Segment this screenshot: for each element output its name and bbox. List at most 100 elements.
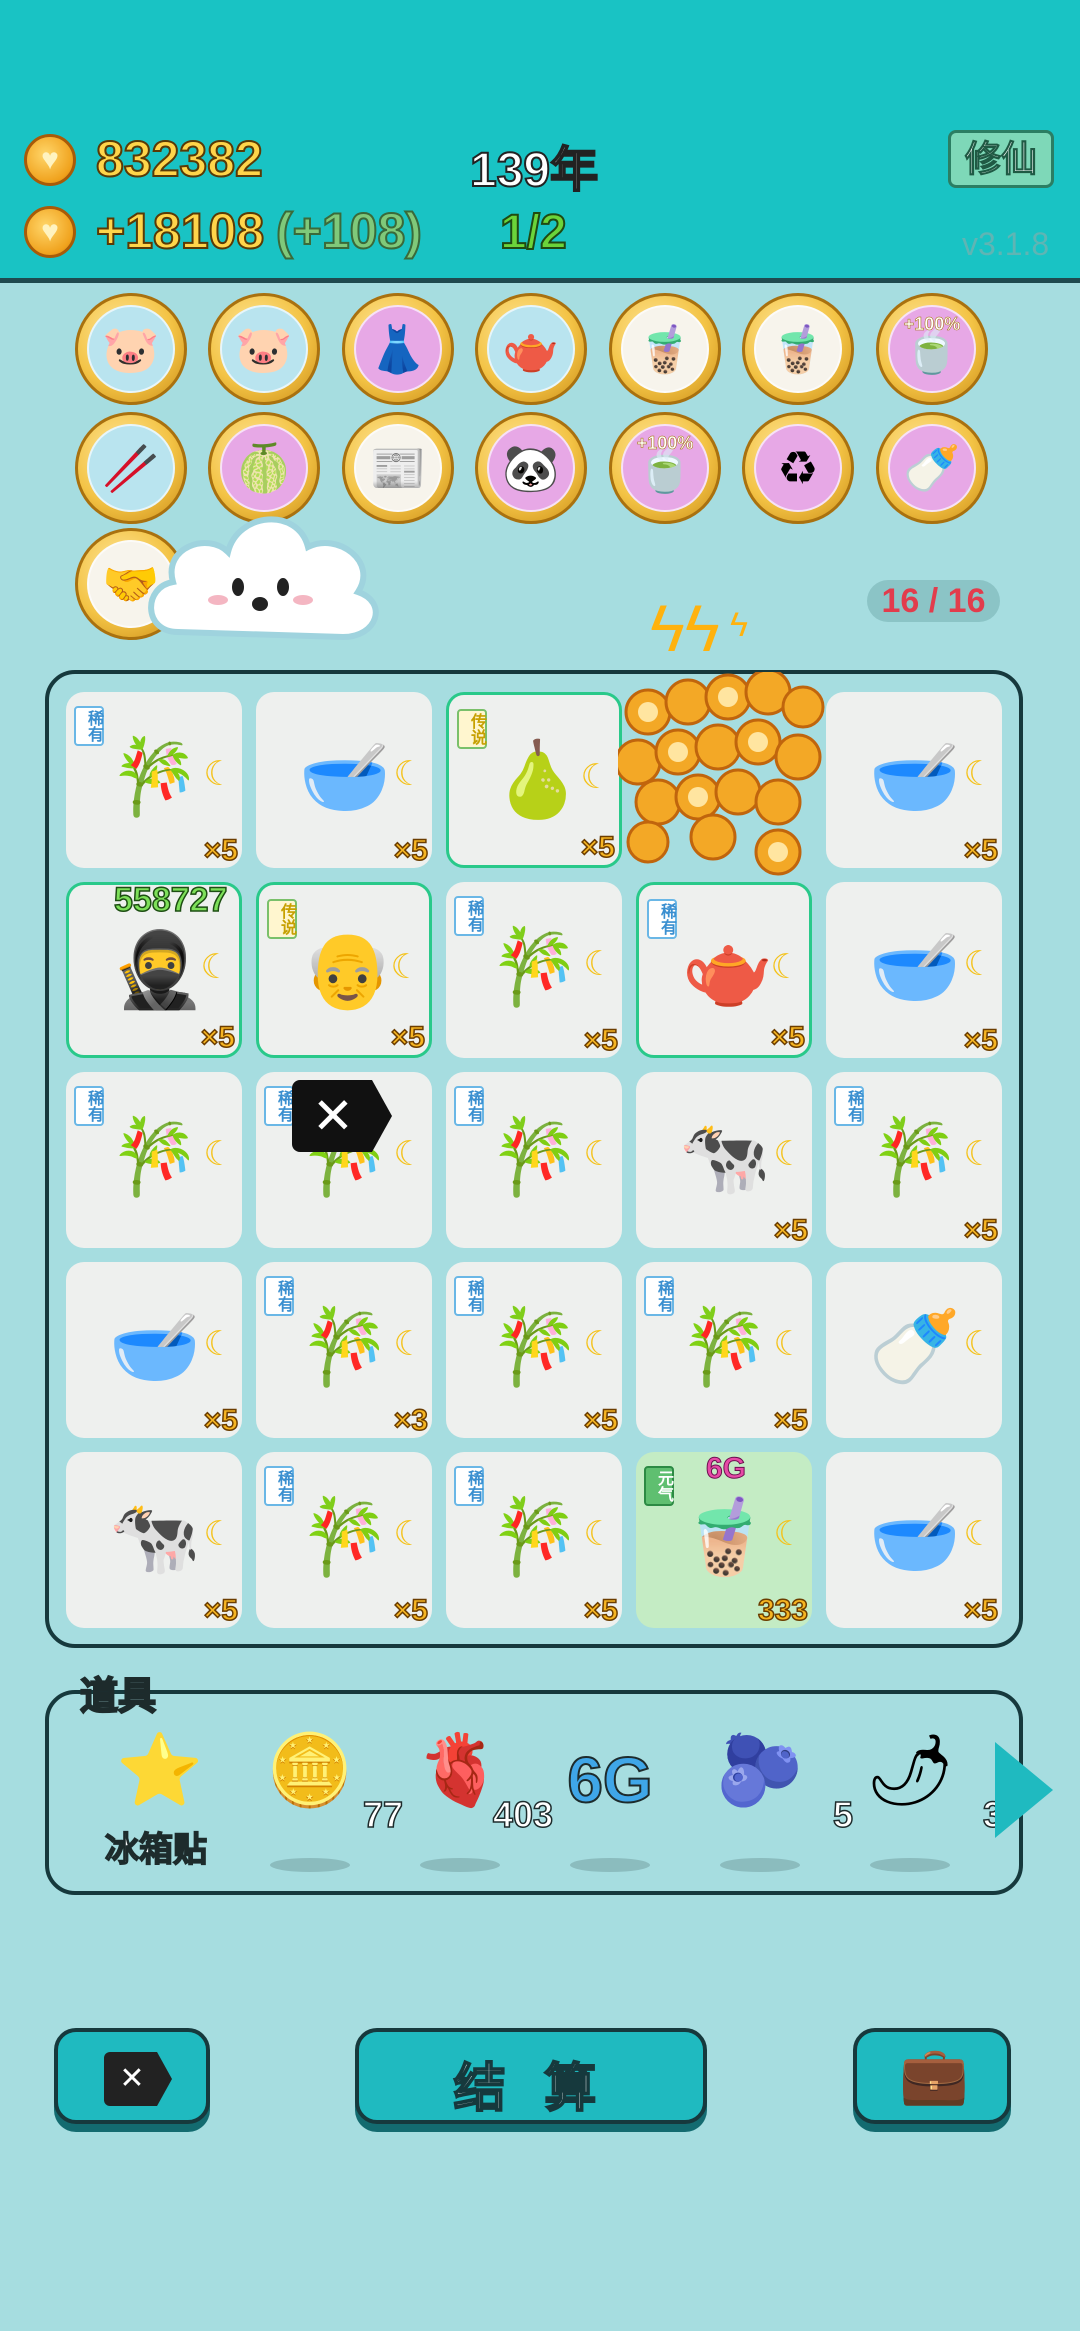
bamboo-icon: 🎋 — [488, 1114, 582, 1198]
board-cell[interactable]: 🎋 ☾ 稀有 ×5 — [446, 1262, 622, 1438]
settle-button[interactable]: 结 算 — [355, 2028, 707, 2124]
badge-13[interactable]: ♻ — [742, 412, 854, 524]
recycle-icon: ♻ — [754, 424, 842, 512]
energy-counter: 16 / 16 — [867, 580, 1000, 622]
tool-item[interactable]: 🪙 77 — [255, 1730, 404, 1872]
tool-count: 77 — [362, 1793, 404, 1836]
breast-pump-icon: 🍼 — [888, 424, 976, 512]
board-cell[interactable]: 🥷 ☾ ×5 558727 — [66, 880, 242, 1058]
badge-12[interactable]: 🍵 +100% — [609, 412, 721, 524]
income-bonus: (+108) — [275, 202, 423, 260]
tool-item[interactable]: 🌶 3 — [855, 1730, 1004, 1872]
tool-item[interactable]: 🫀 403 — [405, 1730, 554, 1872]
board-cell[interactable]: 🎋 ☾ 稀有 — [446, 1072, 622, 1248]
tools-heading: 道具 — [79, 1675, 157, 1719]
next-arrow-icon[interactable] — [995, 1742, 1053, 1838]
moon-icon: ☾ — [390, 948, 421, 986]
tool-item[interactable]: 🫐 5 — [705, 1730, 854, 1872]
bamboo-icon: 🎋 — [488, 1494, 582, 1578]
tool-shadow — [420, 1858, 500, 1872]
discard-icon: ✕ — [104, 2052, 172, 2106]
board-cell[interactable]: 🫖 ☾ 稀有 ×5 — [636, 882, 812, 1058]
moon-icon: ☾ — [203, 1325, 234, 1363]
badge-14[interactable]: 🍼 — [876, 412, 988, 524]
moon-icon: ☾ — [773, 1325, 804, 1363]
board-cell[interactable]: 🐄 ☾ ×5 — [636, 1072, 812, 1248]
bamboo-icon: 🎋 — [298, 1304, 392, 1388]
cloud-mascot-icon — [148, 516, 379, 641]
moon-icon: ☾ — [393, 755, 424, 793]
board-cell[interactable]: 🎋 ☾ 稀有 ×5 — [446, 1452, 622, 1628]
moon-icon: ☾ — [583, 1135, 614, 1173]
board-cell[interactable]: 🎋 ☾ 稀有 ×3 — [256, 1262, 432, 1438]
badge-2[interactable]: 🐷 — [208, 293, 320, 405]
board-cell[interactable]: 🥣 ☾ ×5 — [826, 1452, 1002, 1628]
board-cell[interactable]: 🐄 ☾ ×5 — [66, 1452, 242, 1628]
bamboo-icon: 🎋 — [108, 1114, 202, 1198]
board-cell[interactable]: 🥣 ☾ ×5 — [826, 882, 1002, 1058]
discard-button[interactable]: ✕ — [54, 2028, 210, 2124]
board-cell[interactable]: 🍐 ☾ 传说 ×5 — [446, 692, 622, 868]
panda-icon: 🐼 — [487, 424, 575, 512]
coin-icon — [24, 206, 76, 258]
rarity-tag: 稀有 — [834, 1086, 864, 1126]
settle-label: 结 算 — [453, 2059, 609, 2119]
close-icon[interactable]: ✕ — [292, 1080, 392, 1152]
board-cell[interactable]: 🥣 ☾ ×5 — [256, 692, 432, 868]
badge-6[interactable]: 🧋 — [742, 293, 854, 405]
moon-icon: ☾ — [583, 1325, 614, 1363]
board-cell[interactable]: 🎋 ☾ 稀有 — [66, 1072, 242, 1248]
moon-icon: ☾ — [393, 1515, 424, 1553]
rarity-tag: 稀有 — [264, 1466, 294, 1506]
multiplier-label: ×5 — [200, 1020, 236, 1055]
board-cell[interactable]: 🥣 ☾ ×5 — [66, 1262, 242, 1438]
board-cell[interactable]: 🎋 ☾ 稀有 ×5 — [256, 1452, 432, 1628]
badge-4[interactable]: 🫖 — [475, 293, 587, 405]
top-bar: 832382 +18108 (+108) 139年 1/2 修仙 v3.1.8 — [0, 0, 1080, 283]
teapot-icon: 🫖 — [681, 927, 775, 1011]
badge-5[interactable]: 🧋 — [609, 293, 721, 405]
multiplier-label: ×5 — [203, 833, 239, 868]
stage-progress: 1/2 — [499, 205, 568, 260]
board-cell[interactable]: 👴 ☾ 传说 ×5 — [256, 882, 432, 1058]
moon-icon: ☾ — [200, 948, 231, 986]
board-cell[interactable]: 🎋 ☾ 稀有 ×5 — [826, 1072, 1002, 1248]
empty-bowl-icon: 🥣 — [868, 1494, 962, 1578]
bubble-tea-icon: 🧋 — [621, 305, 709, 393]
bamboo-icon: 🎋 — [678, 1304, 772, 1388]
bamboo-icon: 🎋 — [488, 924, 582, 1008]
tool-count: 403 — [492, 1793, 554, 1836]
badge-1[interactable]: 🐷 — [75, 293, 187, 405]
badge-7[interactable]: 🍵 +100% — [876, 293, 988, 405]
dollar-coin-icon: 🪙 — [266, 1731, 354, 1809]
tool-item[interactable]: 6G — [555, 1730, 665, 1872]
multiplier-label: ×5 — [963, 1593, 999, 1628]
cell-value-label: 558727 — [113, 880, 228, 920]
tool-shadow — [720, 1858, 800, 1872]
board-cell[interactable]: 🧋 ☾ 元气 333 6G — [636, 1452, 812, 1628]
board-cell[interactable]: 🍼 ☾ — [826, 1262, 1002, 1438]
moon-icon: ☾ — [963, 945, 994, 983]
bag-button[interactable]: 💼 — [853, 2028, 1011, 2124]
moon-icon: ☾ — [963, 1325, 994, 1363]
rarity-tag: 稀有 — [74, 1086, 104, 1126]
rarity-tag: 稀有 — [454, 1466, 484, 1506]
board-cell[interactable]: 🎋 ☾ 稀有 ×5 — [636, 1262, 812, 1438]
board-cell[interactable]: 🎋 ☾ 稀有 ×5 — [66, 692, 242, 868]
moon-icon: ☾ — [963, 1135, 994, 1173]
xiuxian-button[interactable]: 修仙 — [948, 130, 1054, 188]
moon-icon: ☾ — [580, 758, 611, 796]
bowl-soup-icon: 🥣 — [108, 1304, 202, 1388]
tool-shadow — [870, 1858, 950, 1872]
badge-3[interactable]: 👗 — [342, 293, 454, 405]
blueberry-icon: 🫐 — [716, 1731, 804, 1809]
bamboo-icon: 🎋 — [298, 1494, 392, 1578]
board-cell[interactable]: 🥣 ☾ ×5 — [826, 692, 1002, 868]
chili-icon: 🌶 — [865, 1731, 955, 1809]
rarity-tag: 传说 — [267, 899, 297, 939]
badge-11[interactable]: 🐼 — [475, 412, 587, 524]
income-rate: +18108 — [95, 202, 265, 260]
bamboo-icon: 🎋 — [108, 734, 202, 818]
multiplier-label: ×3 — [393, 1403, 429, 1438]
board-cell[interactable]: 🎋 ☾ 稀有 ×5 — [446, 882, 622, 1058]
